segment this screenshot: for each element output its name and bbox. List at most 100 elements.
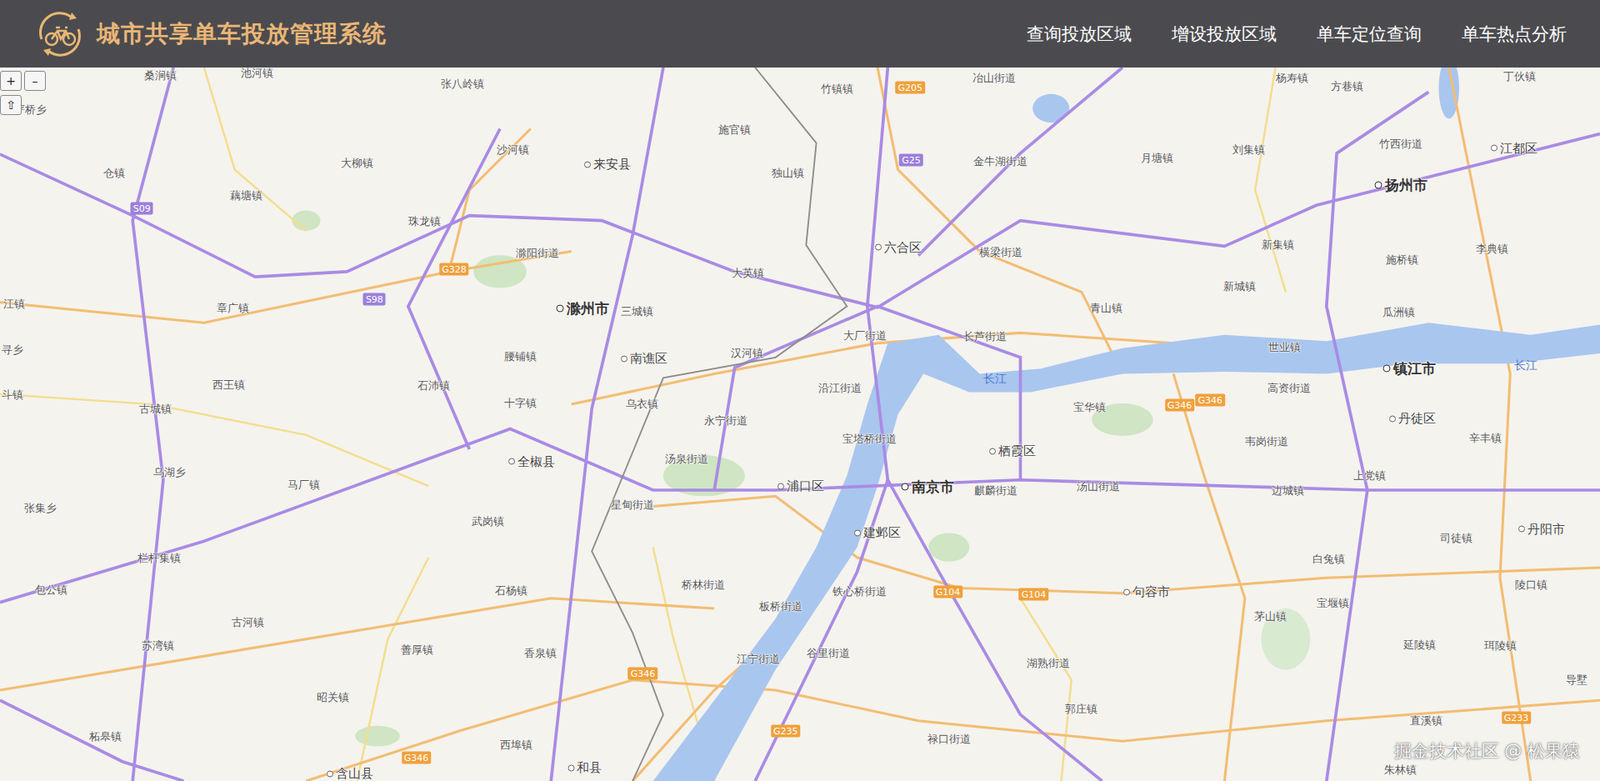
place-label: 世业镇 <box>1268 340 1301 355</box>
watermark: 掘金技术社区 @ 松果猿 <box>1394 739 1580 763</box>
place-label: 丹阳市 <box>1518 520 1565 537</box>
place-dot-icon <box>556 305 565 313</box>
place-label: 和县 <box>567 760 602 776</box>
brand[interactable]: 城市共享单车投放管理系统 <box>33 7 387 61</box>
place-label: 铁心桥街道 <box>832 584 887 600</box>
place-dot-icon <box>1383 365 1391 373</box>
place-label: 高资街道 <box>1267 380 1311 396</box>
place-label: 禄口街道 <box>927 731 971 747</box>
place-label: 宝堰镇 <box>1316 595 1350 611</box>
place-dot-icon <box>901 483 910 491</box>
place-label: 来安县 <box>584 156 631 173</box>
place-label: 横梁街道 <box>979 245 1023 260</box>
place-label: 金牛湖街道 <box>973 154 1028 170</box>
place-label: 朱林镇 <box>1384 762 1417 778</box>
map-controls: + – ⇧ <box>0 70 46 115</box>
place-dot-icon <box>1123 588 1130 595</box>
place-label: 乌衣镇 <box>625 396 659 412</box>
nav-item[interactable]: 单车热点分析 <box>1461 22 1567 46</box>
place-label: 大厂街道 <box>843 328 887 344</box>
place-label: 乌湖乡 <box>153 465 186 480</box>
place-label: 新城镇 <box>1223 279 1256 295</box>
place-label: 十字镇 <box>504 395 537 411</box>
place-label: 宝塔桥街道 <box>842 431 897 447</box>
app-title: 城市共享单车投放管理系统 <box>96 18 387 50</box>
place-label: 青山镇 <box>1090 300 1123 316</box>
place-dot-icon <box>1490 145 1498 152</box>
place-label: 藕塘镇 <box>230 188 263 204</box>
main-nav: 查询投放区域 增设投放区域 单车定位查询 单车热点分析 <box>1026 22 1567 46</box>
place-label: 扬州市 <box>1375 175 1428 195</box>
place-label: 南京市 <box>901 477 955 497</box>
place-label: 汤山街道 <box>1076 479 1120 495</box>
place-dot-icon <box>1375 180 1383 189</box>
place-label: 含山县 <box>326 765 374 781</box>
road-shield: G235 <box>770 724 801 737</box>
place-label: 汉河镇 <box>730 345 764 361</box>
place-label: 大柳镇 <box>340 155 374 171</box>
place-dot-icon <box>1518 525 1525 533</box>
place-label: 白兔镇 <box>1312 551 1345 567</box>
place-label: 直溪镇 <box>1410 713 1443 729</box>
place-label: 六合区 <box>875 239 922 255</box>
place-label: 李典镇 <box>1475 241 1509 257</box>
place-label: 香泉镇 <box>524 645 557 661</box>
place-label: 沙河镇 <box>496 142 530 158</box>
nav-item[interactable]: 查询投放区域 <box>1026 22 1132 46</box>
road-shield: S09 <box>130 201 154 215</box>
place-label: 珥陵镇 <box>1484 638 1517 654</box>
place-label: 张集乡 <box>24 500 57 516</box>
place-label: 腰铺镇 <box>504 349 537 365</box>
place-label: 汤泉街道 <box>665 451 709 467</box>
place-label: 桥林街道 <box>681 577 725 593</box>
place-label: 竹西街道 <box>1379 136 1423 152</box>
zoom-in-button[interactable]: + <box>0 70 22 91</box>
place-label: 方巷镇 <box>1330 79 1364 95</box>
place-label: 章广镇 <box>216 300 250 316</box>
place-dot-icon <box>777 482 785 490</box>
place-label: 大英镇 <box>731 265 765 281</box>
nav-item[interactable]: 单车定位查询 <box>1316 22 1422 46</box>
place-label: 丹徒区 <box>1389 410 1436 427</box>
place-label: 江镇 <box>3 296 25 312</box>
place-label: 镇江市 <box>1383 359 1436 379</box>
place-label: 星甸街道 <box>610 497 655 513</box>
place-label: 马厂镇 <box>287 477 320 493</box>
place-dot-icon <box>620 355 628 362</box>
place-label: 新集镇 <box>1261 237 1295 253</box>
place-label: 句容市 <box>1123 584 1170 600</box>
place-label: 板桥街道 <box>759 599 803 615</box>
place-label: 珠龙镇 <box>408 214 441 230</box>
place-label: 陵口镇 <box>1515 577 1548 593</box>
road-shield: G346 <box>628 667 659 680</box>
place-dot-icon <box>989 447 996 455</box>
zoom-out-button[interactable]: – <box>24 70 46 91</box>
place-label: 滁阳街道 <box>515 245 560 261</box>
place-label: 池河镇 <box>240 67 274 81</box>
road-shield: G346 <box>401 750 432 764</box>
place-label: 斗镇 <box>1 387 24 403</box>
place-label: 杨寿镇 <box>1275 70 1309 86</box>
place-label: 月塘镇 <box>1140 150 1174 166</box>
place-dot-icon <box>1389 415 1396 422</box>
nav-item[interactable]: 增设投放区域 <box>1171 22 1277 46</box>
header-bar: 城市共享单车投放管理系统 查询投放区域 增设投放区域 单车定位查询 单车热点分析 <box>0 0 1600 68</box>
place-dot-icon <box>854 529 861 536</box>
place-label: 苏湾镇 <box>141 638 175 654</box>
place-label: 栏杆集镇 <box>137 550 181 566</box>
place-label: 辛丰镇 <box>1469 430 1502 446</box>
place-label: 西埠镇 <box>500 737 533 753</box>
place-dot-icon <box>875 244 882 251</box>
place-label: 浦口区 <box>777 478 825 495</box>
home-button[interactable]: ⇧ <box>0 95 22 115</box>
road-shield: G346 <box>1165 399 1195 412</box>
place-label: 南谯区 <box>620 350 668 367</box>
place-label: 延陵镇 <box>1403 637 1436 653</box>
place-label: 边城镇 <box>1271 483 1305 499</box>
place-label: 昭关镇 <box>316 690 350 705</box>
map[interactable]: 桑涧镇 池河镇 张八岭镇 竹镇镇 冶山街道 杨寿镇 方巷镇 丁伙镇 严桥乡 施官… <box>0 67 1600 781</box>
place-label: 沿江街道 <box>818 380 862 396</box>
place-dot-icon <box>567 764 575 771</box>
road-shield: G104 <box>933 585 964 599</box>
road-shield: G205 <box>895 81 925 95</box>
